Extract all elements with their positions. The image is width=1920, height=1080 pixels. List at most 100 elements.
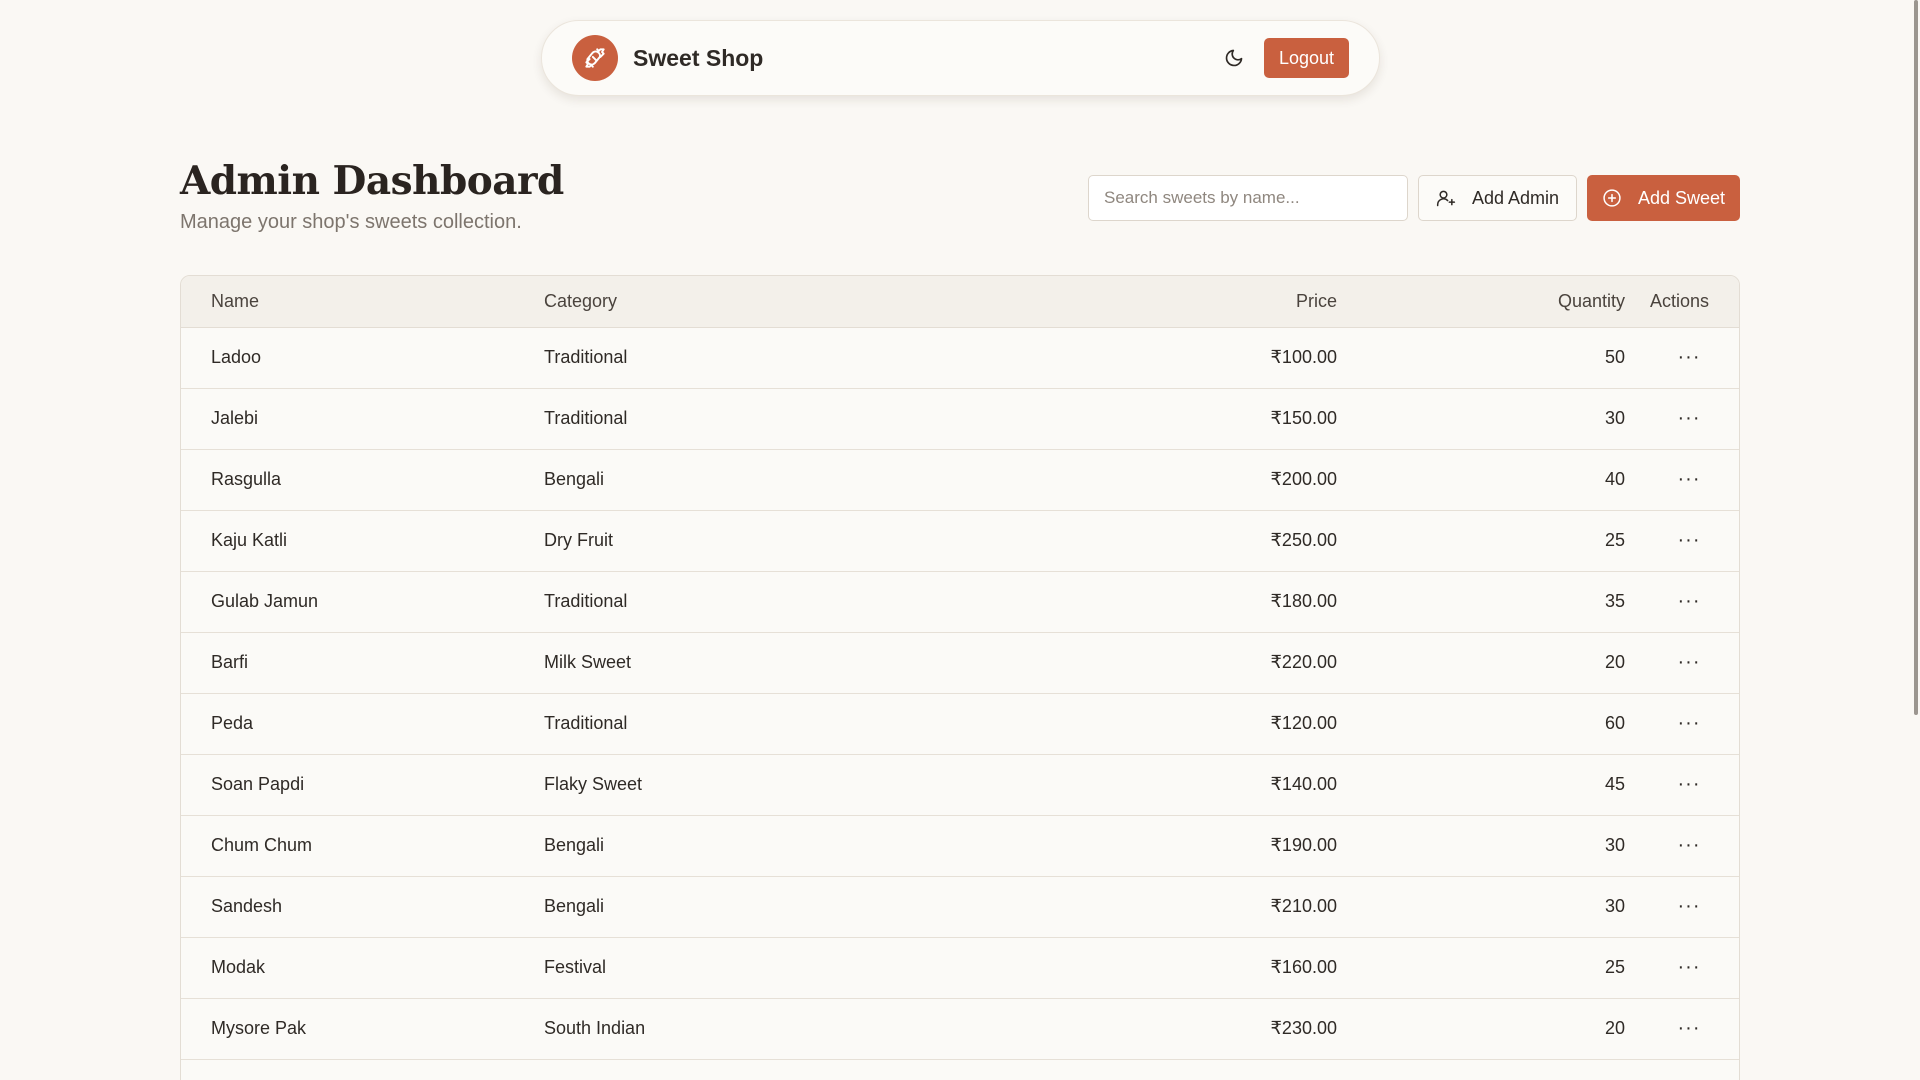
cell-actions: ··· xyxy=(1626,815,1739,877)
cell-quantity: 40 xyxy=(1338,449,1626,511)
cell-category: Flaky Sweet xyxy=(544,754,1004,816)
logout-button[interactable]: Logout xyxy=(1263,38,1349,78)
cell-price xyxy=(1004,1059,1338,1080)
candy-icon xyxy=(582,45,608,71)
cell-actions: ··· xyxy=(1626,571,1739,633)
table-row[interactable]: Chum Chum Bengali ₹190.00 30 ··· xyxy=(181,815,1739,877)
cell-category: Bengali xyxy=(544,815,1004,877)
cell-quantity: 25 xyxy=(1338,510,1626,572)
cell-category: Dry Fruit xyxy=(544,510,1004,572)
add-sweet-button[interactable]: Add Sweet xyxy=(1587,175,1740,221)
table-body: Ladoo Traditional ₹100.00 50 ··· Jalebi … xyxy=(181,327,1739,1080)
cell-actions xyxy=(1626,1059,1739,1080)
add-admin-button[interactable]: Add Admin xyxy=(1418,175,1577,221)
cell-name: Rasgulla xyxy=(181,449,544,511)
more-horizontal-icon[interactable]: ··· xyxy=(1669,585,1709,619)
more-horizontal-icon[interactable]: ··· xyxy=(1669,1012,1709,1046)
table-row[interactable]: Sandesh Bengali ₹210.00 30 ··· xyxy=(181,876,1739,938)
column-header-name[interactable]: Name xyxy=(181,276,544,328)
cell-actions: ··· xyxy=(1626,693,1739,755)
cell-price: ₹190.00 xyxy=(1004,815,1338,877)
sweets-table-card: Name Category Price Quantity Actions Lad… xyxy=(180,275,1740,1080)
cell-actions: ··· xyxy=(1626,327,1739,389)
cell-name: Peda xyxy=(181,693,544,755)
table-row[interactable]: Rasgulla Bengali ₹200.00 40 ··· xyxy=(181,449,1739,511)
scrollbar-thumb[interactable] xyxy=(1914,0,1918,715)
cell-actions: ··· xyxy=(1626,632,1739,694)
table-row[interactable]: Mysore Pak South Indian ₹230.00 20 ··· xyxy=(181,998,1739,1060)
cell-quantity: 60 xyxy=(1338,693,1626,755)
cell-actions: ··· xyxy=(1626,388,1739,450)
table-row[interactable]: Kaju Katli Dry Fruit ₹250.00 25 ··· xyxy=(181,510,1739,572)
cell-name: Modak xyxy=(181,937,544,999)
cell-actions: ··· xyxy=(1626,510,1739,572)
more-horizontal-icon[interactable]: ··· xyxy=(1669,707,1709,741)
cell-name: Barfi xyxy=(181,632,544,694)
cell-quantity xyxy=(1338,1059,1626,1080)
theme-toggle-button[interactable] xyxy=(1214,38,1254,78)
cell-category: Traditional xyxy=(544,388,1004,450)
cell-category: Traditional xyxy=(544,327,1004,389)
page-scrollbar[interactable] xyxy=(1912,0,1920,1080)
more-horizontal-icon[interactable]: ··· xyxy=(1669,402,1709,436)
brand-logo[interactable] xyxy=(572,35,618,81)
more-horizontal-icon[interactable]: ··· xyxy=(1669,463,1709,497)
search-input[interactable] xyxy=(1088,175,1408,221)
more-horizontal-icon[interactable]: ··· xyxy=(1669,829,1709,863)
cell-quantity: 30 xyxy=(1338,815,1626,877)
add-sweet-label: Add Sweet xyxy=(1637,187,1726,208)
table-header-row: Name Category Price Quantity Actions xyxy=(181,276,1739,328)
cell-quantity: 30 xyxy=(1338,388,1626,450)
column-header-quantity[interactable]: Quantity xyxy=(1338,276,1626,328)
cell-price: ₹100.00 xyxy=(1004,327,1338,389)
more-horizontal-icon[interactable]: ··· xyxy=(1669,768,1709,802)
more-horizontal-icon[interactable]: ··· xyxy=(1669,951,1709,985)
table-row[interactable]: Jalebi Traditional ₹150.00 30 ··· xyxy=(181,388,1739,450)
cell-quantity: 25 xyxy=(1338,937,1626,999)
cell-category: Festival xyxy=(544,937,1004,999)
cell-name: Kaju Katli xyxy=(181,510,544,572)
table-row[interactable] xyxy=(181,1059,1739,1080)
table-row[interactable]: Peda Traditional ₹120.00 60 ··· xyxy=(181,693,1739,755)
table-row[interactable]: Soan Papdi Flaky Sweet ₹140.00 45 ··· xyxy=(181,754,1739,816)
more-horizontal-icon[interactable]: ··· xyxy=(1669,890,1709,924)
table-row[interactable]: Ladoo Traditional ₹100.00 50 ··· xyxy=(181,327,1739,389)
cell-category: Milk Sweet xyxy=(544,632,1004,694)
cell-price: ₹230.00 xyxy=(1004,998,1338,1060)
column-header-actions: Actions xyxy=(1626,276,1739,328)
cell-category: Traditional xyxy=(544,693,1004,755)
page: Sweet Shop Logout Admin Dashboard Manage… xyxy=(0,0,1920,1080)
cell-quantity: 35 xyxy=(1338,571,1626,633)
cell-name: Soan Papdi xyxy=(181,754,544,816)
top-navbar: Sweet Shop Logout xyxy=(541,20,1380,96)
moon-icon xyxy=(1224,48,1244,68)
plus-circle-icon xyxy=(1602,188,1622,208)
cell-name: Gulab Jamun xyxy=(181,571,544,633)
add-admin-label: Add Admin xyxy=(1471,187,1560,208)
table-header: Name Category Price Quantity Actions xyxy=(181,276,1739,328)
brand-name: Sweet Shop xyxy=(633,44,764,71)
more-horizontal-icon[interactable]: ··· xyxy=(1669,524,1709,558)
table-row[interactable]: Modak Festival ₹160.00 25 ··· xyxy=(181,937,1739,999)
cell-quantity: 45 xyxy=(1338,754,1626,816)
table-row[interactable]: Barfi Milk Sweet ₹220.00 20 ··· xyxy=(181,632,1739,694)
column-header-category[interactable]: Category xyxy=(544,276,1004,328)
more-horizontal-icon[interactable]: ··· xyxy=(1669,646,1709,680)
more-horizontal-icon[interactable]: ··· xyxy=(1669,341,1709,375)
cell-actions: ··· xyxy=(1626,876,1739,938)
cell-price: ₹210.00 xyxy=(1004,876,1338,938)
cell-name: Sandesh xyxy=(181,876,544,938)
cell-actions: ··· xyxy=(1626,998,1739,1060)
cell-quantity: 20 xyxy=(1338,632,1626,694)
column-header-price[interactable]: Price xyxy=(1004,276,1338,328)
cell-name: Chum Chum xyxy=(181,815,544,877)
sweets-table: Name Category Price Quantity Actions Lad… xyxy=(181,276,1739,1080)
cell-price: ₹250.00 xyxy=(1004,510,1338,572)
cell-price: ₹180.00 xyxy=(1004,571,1338,633)
cell-price: ₹140.00 xyxy=(1004,754,1338,816)
cell-quantity: 30 xyxy=(1338,876,1626,938)
table-row[interactable]: Gulab Jamun Traditional ₹180.00 35 ··· xyxy=(181,571,1739,633)
cell-name: Jalebi xyxy=(181,388,544,450)
cell-category xyxy=(544,1059,1004,1080)
cell-category: Bengali xyxy=(544,876,1004,938)
